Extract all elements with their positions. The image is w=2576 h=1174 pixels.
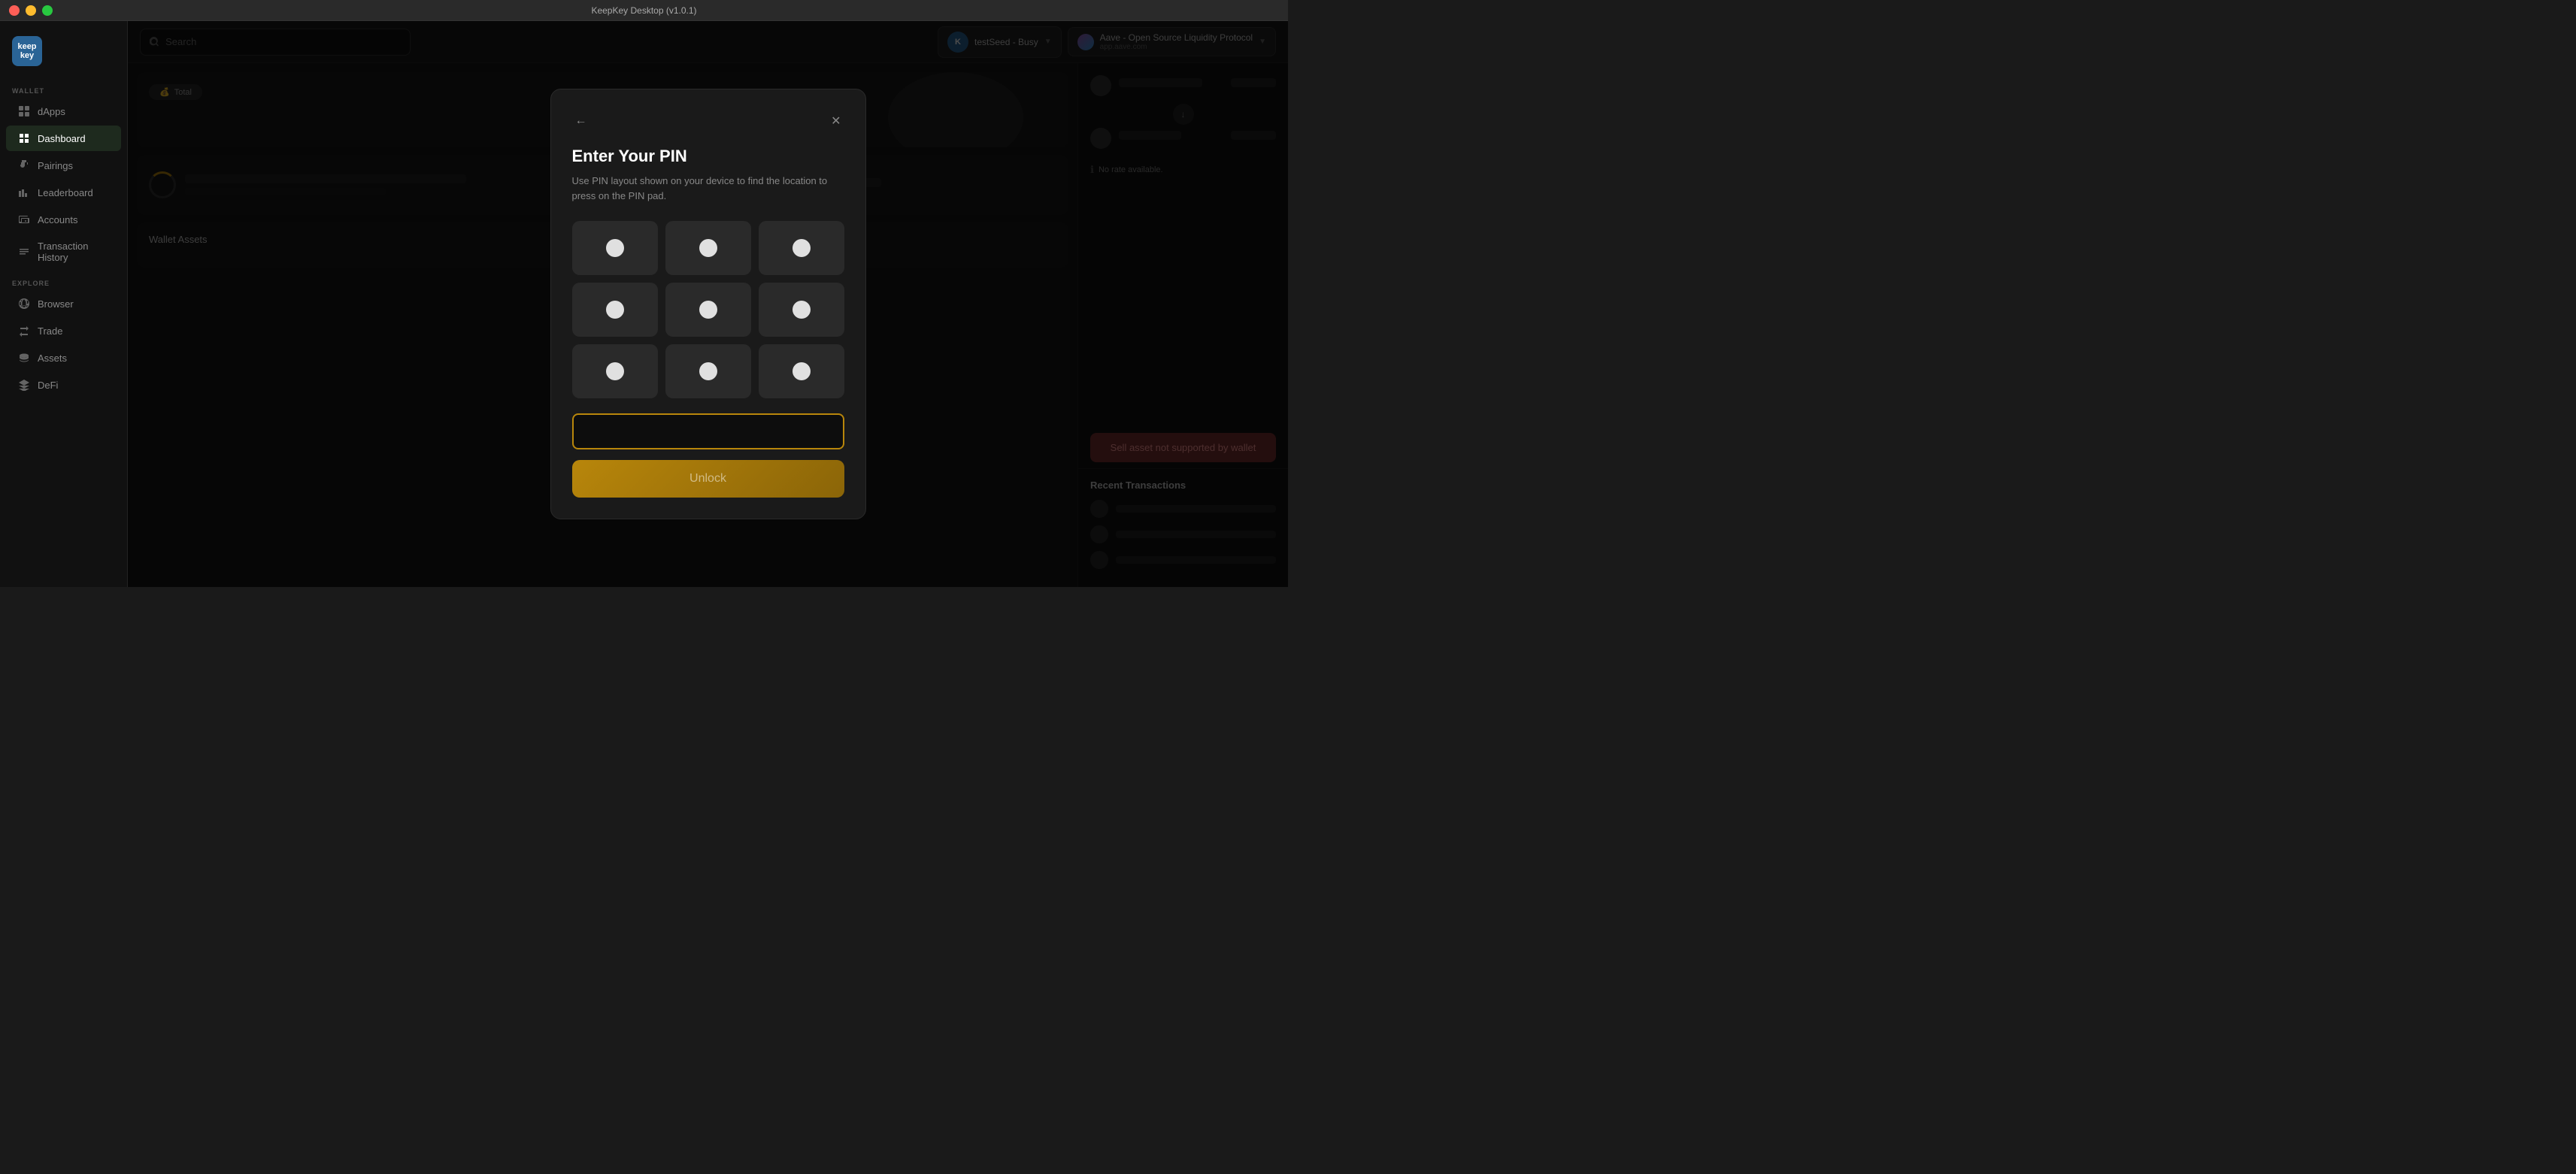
list-icon (18, 246, 30, 258)
title-bar: KeepKey Desktop (v1.0.1) (0, 0, 1288, 21)
sidebar-label-dashboard: Dashboard (38, 133, 86, 144)
pin-dot-9 (792, 362, 811, 380)
pin-modal: ← ✕ Enter Your PIN Use PIN layout shown … (550, 89, 866, 519)
dashboard-icon (18, 132, 30, 144)
sidebar-item-transaction-history[interactable]: Transaction History (6, 234, 121, 270)
chart-icon (18, 186, 30, 198)
sidebar-item-defi[interactable]: DeFi (6, 372, 121, 398)
pin-dot-5 (699, 301, 717, 319)
assets-icon (18, 352, 30, 364)
pin-dot-2 (699, 239, 717, 257)
sidebar-label-defi: DeFi (38, 380, 58, 391)
sidebar-label-browser: Browser (38, 298, 74, 310)
sidebar-label-pairings: Pairings (38, 160, 73, 171)
modal-description: Use PIN layout shown on your device to f… (572, 174, 844, 203)
sidebar-label-accounts: Accounts (38, 214, 77, 225)
pin-button-1[interactable] (572, 221, 658, 275)
pin-button-5[interactable] (665, 283, 751, 337)
pin-button-4[interactable] (572, 283, 658, 337)
wallet-section-label: WALLET (0, 78, 127, 98)
pin-dot-6 (792, 301, 811, 319)
pin-button-8[interactable] (665, 344, 751, 398)
modal-back-button[interactable]: ← (572, 111, 590, 131)
explore-section-label: EXPLORE (0, 271, 127, 290)
pin-dot-4 (606, 301, 624, 319)
unlock-button[interactable]: Unlock (572, 460, 844, 498)
pin-button-6[interactable] (759, 283, 844, 337)
modal-close-button[interactable]: ✕ (828, 110, 844, 132)
pin-button-3[interactable] (759, 221, 844, 275)
close-window-button[interactable] (9, 5, 20, 16)
sidebar-item-trade[interactable]: Trade (6, 318, 121, 343)
sidebar-item-accounts[interactable]: Accounts (6, 207, 121, 232)
sidebar-item-pairings[interactable]: Pairings (6, 153, 121, 178)
defi-icon (18, 379, 30, 391)
sidebar-item-browser[interactable]: Browser (6, 291, 121, 316)
pin-button-9[interactable] (759, 344, 844, 398)
wallet-icon (18, 213, 30, 225)
modal-overlay: ← ✕ Enter Your PIN Use PIN layout shown … (128, 21, 1288, 587)
sidebar-item-leaderboard[interactable]: Leaderboard (6, 180, 121, 205)
sidebar-label-leaderboard: Leaderboard (38, 187, 93, 198)
sidebar-label-assets: Assets (38, 353, 67, 364)
pin-dot-1 (606, 239, 624, 257)
sidebar: keepkey WALLET dApps Dashboard Pairings (0, 21, 128, 587)
modal-header: ← ✕ (572, 110, 844, 132)
sidebar-label-trade: Trade (38, 325, 62, 337)
window-title: KeepKey Desktop (v1.0.1) (591, 5, 696, 16)
pin-dot-3 (792, 239, 811, 257)
window-controls[interactable] (9, 5, 53, 16)
sidebar-label-transaction-history: Transaction History (38, 241, 109, 263)
sidebar-item-dashboard[interactable]: Dashboard (6, 126, 121, 151)
logo-icon: keepkey (12, 36, 42, 66)
trade-icon (18, 325, 30, 337)
plug-icon (18, 159, 30, 171)
modal-title: Enter Your PIN (572, 147, 844, 166)
pin-grid (572, 221, 844, 398)
sidebar-item-assets[interactable]: Assets (6, 345, 121, 371)
sidebar-label-dapps: dApps (38, 106, 65, 117)
pin-dot-8 (699, 362, 717, 380)
minimize-window-button[interactable] (26, 5, 36, 16)
pin-button-2[interactable] (665, 221, 751, 275)
globe-icon (18, 298, 30, 310)
sidebar-item-dapps[interactable]: dApps (6, 98, 121, 124)
maximize-window-button[interactable] (42, 5, 53, 16)
app-logo: keepkey (0, 30, 127, 78)
grid-icon (18, 105, 30, 117)
pin-dot-7 (606, 362, 624, 380)
pin-button-7[interactable] (572, 344, 658, 398)
pin-input-field[interactable] (572, 413, 844, 449)
main-content: K testSeed - Busy ▼ Aave - Open Source L… (128, 21, 1288, 587)
